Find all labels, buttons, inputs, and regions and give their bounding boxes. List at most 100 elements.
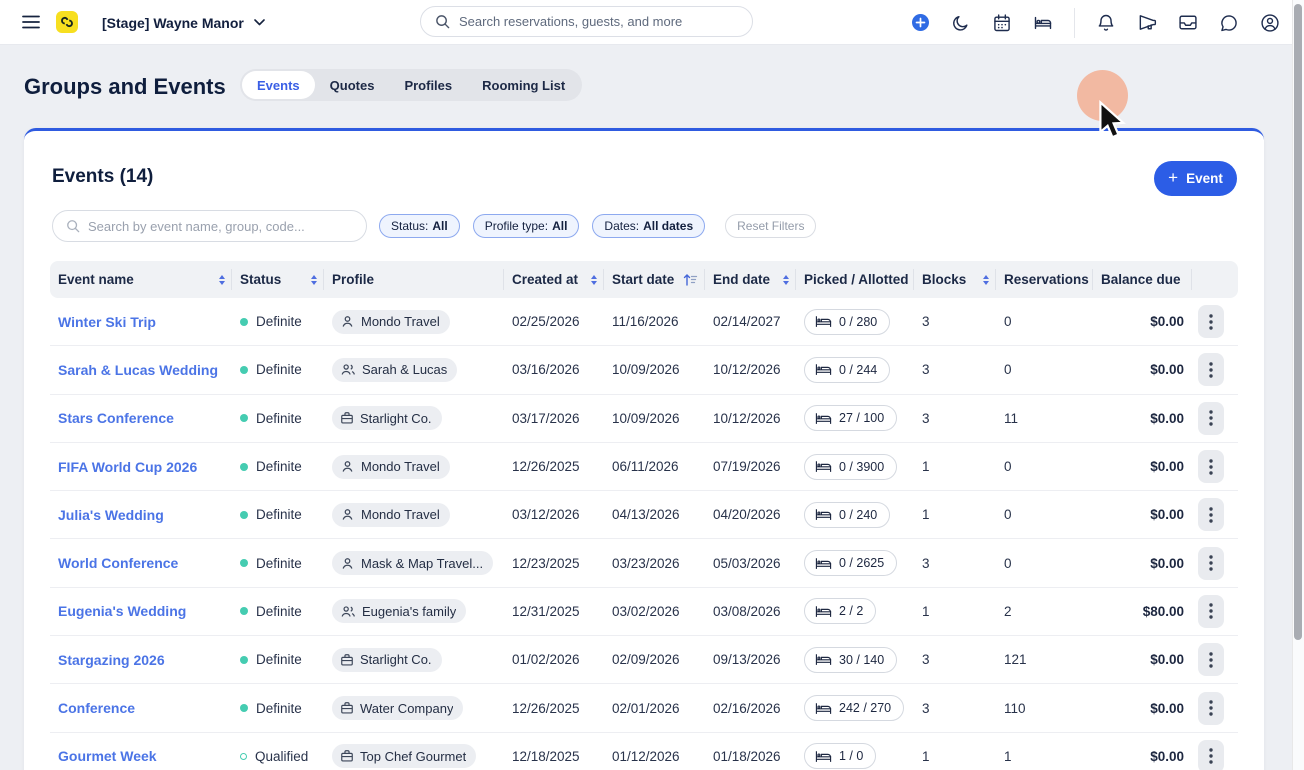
kebab-menu-button[interactable]: [1198, 692, 1224, 725]
profile-chip[interactable]: Water Company: [332, 696, 463, 720]
profile-chip[interactable]: Sarah & Lucas: [332, 358, 457, 382]
event-start-date: 10/09/2026: [604, 411, 705, 426]
kebab-menu-button[interactable]: [1198, 740, 1224, 770]
table-header: Event nameStatusProfileCreated atStart d…: [50, 261, 1238, 298]
event-picked-allotted: 0 / 280: [796, 309, 914, 335]
profile-chip[interactable]: Mask & Map Travel...: [332, 551, 493, 575]
event-search-input[interactable]: Search by event name, group, code...: [52, 210, 367, 242]
topbar-actions: [910, 0, 1280, 45]
picked-allotted-pill: 242 / 270: [804, 695, 904, 721]
reset-filters-button[interactable]: Reset Filters: [725, 214, 816, 238]
property-selector[interactable]: [Stage] Wayne Manor: [102, 0, 265, 45]
plus-circle-icon[interactable]: [910, 13, 930, 33]
global-search-input[interactable]: Search reservations, guests, and more: [420, 6, 753, 37]
event-name-link[interactable]: Stars Conference: [50, 410, 232, 426]
filter-chip-dates[interactable]: Dates:All dates: [592, 214, 705, 238]
sort-ascending-icon[interactable]: [683, 273, 698, 286]
event-end-date: 09/13/2026: [705, 652, 796, 667]
tab-events[interactable]: Events: [242, 71, 315, 99]
moon-icon[interactable]: [951, 13, 971, 33]
menu-icon[interactable]: [22, 13, 40, 31]
event-name-link[interactable]: Eugenia's Wedding: [50, 603, 232, 619]
profile-chip[interactable]: Starlight Co.: [332, 406, 442, 430]
event-name-link[interactable]: Winter Ski Trip: [50, 314, 232, 330]
filter-chip-profile-type[interactable]: Profile type:All: [473, 214, 580, 238]
column-header-status[interactable]: Status: [232, 261, 324, 298]
kebab-menu-button[interactable]: [1198, 353, 1224, 386]
profile-chip[interactable]: Mondo Travel: [332, 455, 450, 479]
filter-value: All: [432, 219, 447, 233]
sort-icon[interactable]: [219, 275, 225, 285]
event-status: Definite: [232, 556, 324, 571]
sort-icon[interactable]: [783, 275, 789, 285]
account-icon[interactable]: [1260, 13, 1280, 33]
kebab-menu-button[interactable]: [1198, 595, 1224, 628]
event-name-link[interactable]: World Conference: [50, 555, 232, 571]
event-end-date: 02/14/2027: [705, 314, 796, 329]
filter-label: Profile type:: [485, 219, 548, 233]
bed-icon: [815, 653, 832, 666]
event-created-at: 03/17/2026: [504, 411, 604, 426]
picked-allotted-pill: 0 / 2625: [804, 550, 897, 576]
profile-chip[interactable]: Starlight Co.: [332, 648, 442, 672]
kebab-menu-button[interactable]: [1198, 450, 1224, 483]
scrollbar-track[interactable]: [1292, 0, 1304, 770]
tab-quotes[interactable]: Quotes: [315, 71, 390, 99]
event-end-date: 03/08/2026: [705, 604, 796, 619]
event-name-link[interactable]: Stargazing 2026: [50, 652, 232, 668]
event-name-link[interactable]: Conference: [50, 700, 232, 716]
profile-chip[interactable]: Mondo Travel: [332, 310, 450, 334]
event-end-date: 07/19/2026: [705, 459, 796, 474]
event-status: Definite: [232, 459, 324, 474]
profile-chip[interactable]: Mondo Travel: [332, 503, 450, 527]
sort-icon[interactable]: [591, 275, 597, 285]
event-blocks: 3: [914, 652, 996, 667]
column-header-created-at[interactable]: Created at: [504, 261, 604, 298]
event-row: Julia's WeddingDefiniteMondo Travel03/12…: [50, 491, 1238, 539]
event-name-link[interactable]: Sarah & Lucas Wedding: [50, 362, 232, 378]
profile-chip[interactable]: Top Chef Gourmet: [332, 744, 476, 768]
sort-icon[interactable]: [311, 275, 317, 285]
column-header-blocks[interactable]: Blocks: [914, 261, 996, 298]
kebab-menu-button[interactable]: [1198, 498, 1224, 531]
column-header-start-date[interactable]: Start date: [604, 261, 705, 298]
event-balance-due: $0.00: [1093, 362, 1192, 377]
filter-label: Status:: [391, 219, 428, 233]
kebab-menu-button[interactable]: [1198, 547, 1224, 580]
event-row: Stars ConferenceDefiniteStarlight Co.03/…: [50, 395, 1238, 443]
event-blocks: 3: [914, 556, 996, 571]
megaphone-icon[interactable]: [1137, 13, 1157, 33]
bed-icon[interactable]: [1033, 13, 1053, 33]
kebab-menu-button[interactable]: [1198, 305, 1224, 338]
event-picked-allotted: 0 / 244: [796, 357, 914, 383]
tab-profiles[interactable]: Profiles: [389, 71, 467, 99]
add-event-button[interactable]: + Event: [1154, 161, 1237, 196]
event-created-at: 12/18/2025: [504, 749, 604, 764]
event-name-link[interactable]: FIFA World Cup 2026: [50, 459, 232, 475]
bell-icon[interactable]: [1096, 13, 1116, 33]
kebab-menu-button[interactable]: [1198, 643, 1224, 676]
profile-chip[interactable]: Eugenia's family: [332, 599, 466, 623]
event-status: Definite: [232, 604, 324, 619]
calendar-icon[interactable]: [992, 13, 1012, 33]
app-logo-icon[interactable]: [56, 11, 78, 33]
sort-icon[interactable]: [983, 275, 989, 285]
chat-icon[interactable]: [1219, 13, 1239, 33]
inbox-icon[interactable]: [1178, 13, 1198, 33]
person-icon: [340, 507, 355, 522]
event-blocks: 1: [914, 749, 996, 764]
event-actions: [1192, 595, 1238, 628]
event-actions: [1192, 547, 1238, 580]
event-balance-due: $0.00: [1093, 701, 1192, 716]
event-row: Winter Ski TripDefiniteMondo Travel02/25…: [50, 298, 1238, 346]
filter-chip-status[interactable]: Status: All: [379, 214, 460, 238]
event-created-at: 12/31/2025: [504, 604, 604, 619]
event-name-link[interactable]: Gourmet Week: [50, 748, 232, 764]
scrollbar-thumb[interactable]: [1294, 4, 1302, 640]
kebab-menu-button[interactable]: [1198, 402, 1224, 435]
column-header-event-name[interactable]: Event name: [50, 261, 232, 298]
column-header-end-date[interactable]: End date: [705, 261, 796, 298]
event-name-link[interactable]: Julia's Wedding: [50, 507, 232, 523]
event-blocks: 3: [914, 362, 996, 377]
tab-rooming-list[interactable]: Rooming List: [467, 71, 580, 99]
